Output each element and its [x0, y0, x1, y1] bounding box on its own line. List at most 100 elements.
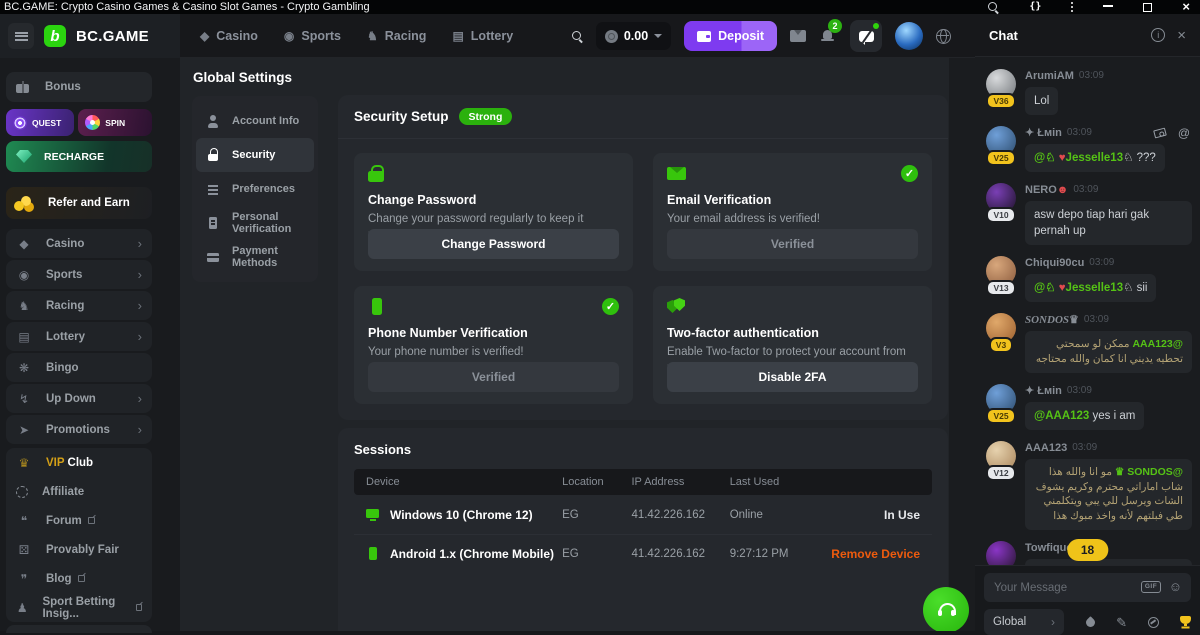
coinflip-icon[interactable]	[1148, 617, 1159, 628]
user-avatar[interactable]	[895, 22, 923, 50]
racing-icon: ♞	[16, 300, 32, 312]
shield-icon	[667, 298, 687, 315]
column-ip-address: IP Address	[631, 476, 729, 488]
card-action-button[interactable]: Change Password	[368, 229, 619, 259]
brand-name[interactable]: BC.GAME	[76, 28, 149, 45]
casino-icon: ◆	[16, 238, 32, 250]
card-icon	[206, 250, 220, 264]
sidebar-item-blog[interactable]: ❞Blog	[6, 564, 152, 593]
settings-menu-item-payment-methods[interactable]: Payment Methods	[196, 240, 314, 274]
nav-label: Racing	[385, 29, 427, 43]
top-nav-sports[interactable]: ◉Sports	[284, 29, 341, 43]
security-strength-badge: Strong	[459, 108, 513, 125]
sidebar-item-label: Sports	[46, 269, 82, 281]
unread-messages-badge[interactable]: 18	[1067, 539, 1108, 561]
message-left: V3	[985, 313, 1017, 372]
settings-menu-item-security[interactable]: Security	[196, 138, 314, 172]
spin-button[interactable]: SPIN	[78, 109, 152, 136]
card-action-button[interactable]: Disable 2FA	[667, 362, 918, 392]
sidebar-item-sports[interactable]: ◉Sports›	[6, 260, 152, 289]
text-part: yes i am	[1089, 410, 1135, 422]
sidebar-item-forum[interactable]: ❝Forum	[6, 506, 152, 535]
sidebar-item-label: Promotions	[46, 424, 110, 436]
gif-icon[interactable]: GIF	[1141, 581, 1160, 593]
balance-selector[interactable]: 0.00	[596, 22, 671, 50]
text-part: Jesselle13	[1066, 152, 1124, 164]
card-description: Your phone number is verified!	[368, 345, 619, 361]
top-nav-lottery[interactable]: ▤Lottery	[452, 29, 513, 43]
lottery-icon: ▤	[16, 331, 32, 343]
maximize-button[interactable]	[1143, 3, 1152, 12]
sidebar-menu-secondary: ♛VIP ClubAffiliate❝Forum⚄Provably Fair❞B…	[6, 448, 152, 622]
remove-device-link[interactable]: Remove Device	[822, 547, 932, 561]
hamburger-menu-button[interactable]	[8, 23, 34, 49]
sidebar-item-club[interactable]: ♛VIP Club	[6, 448, 152, 477]
text-part: AAA123	[1025, 441, 1067, 455]
cell-device: Windows 10 (Chrome 12)	[354, 508, 562, 522]
phone-icon	[368, 298, 388, 315]
messages-icon[interactable]	[790, 30, 806, 42]
message-sender: ✦ Łмin03:09	[1025, 384, 1144, 398]
top-nav-racing[interactable]: ♞Racing	[367, 29, 426, 43]
chat-toggle-button[interactable]	[850, 20, 882, 52]
sidebar-item-lottery[interactable]: ▤Lottery›	[6, 322, 152, 351]
text-part: Jesselle13	[1066, 282, 1124, 294]
deposit-button[interactable]: Deposit	[684, 21, 777, 51]
refer-and-earn-button[interactable]: Refer and Earn	[6, 187, 152, 219]
mention-icon[interactable]: @	[1178, 126, 1190, 140]
chat-info-icon[interactable]	[1151, 28, 1165, 42]
menu-kebab-icon[interactable]	[1071, 2, 1073, 12]
settings-menu-item-account-info[interactable]: Account Info	[196, 104, 314, 138]
chevron-right-icon: ›	[138, 422, 142, 437]
close-button[interactable]: ×	[1182, 1, 1190, 13]
extensions-icon[interactable]: {}	[1029, 1, 1041, 13]
find-icon[interactable]	[987, 1, 999, 13]
security-setup-panel: Security Setup Strong Change PasswordCha…	[338, 95, 948, 420]
settings-menu-item-personal-verification[interactable]: Personal Verification	[196, 206, 314, 240]
pencil-icon[interactable]: ✎	[1116, 616, 1127, 629]
blog-icon: ❞	[16, 573, 32, 585]
quest-button[interactable]: QUEST	[6, 109, 74, 136]
globe-icon[interactable]	[936, 29, 951, 44]
sidebar-item-sport-betting-insig-[interactable]: ♟Sport Betting Insig...	[6, 593, 152, 622]
trophy-icon[interactable]	[1180, 616, 1191, 629]
chevron-right-icon: ›	[138, 236, 142, 251]
sidebar-item-bonus[interactable]: Bonus	[6, 72, 152, 102]
sessions-rows: Windows 10 (Chrome 12)EG41.42.226.162Onl…	[338, 495, 948, 573]
message-bubble: @SONDOS ♛ مو انا والله هذا شاب اماراتي م…	[1025, 459, 1192, 530]
quest-label: QUEST	[32, 118, 61, 128]
emoji-icon[interactable]: ☺	[1169, 580, 1182, 593]
tip-icon[interactable]	[1153, 128, 1167, 139]
message-actions: @	[1154, 126, 1190, 140]
sidebar-item-casino[interactable]: ◆Casino›	[6, 229, 152, 258]
sidebar-item-racing[interactable]: ♞Racing›	[6, 291, 152, 320]
gem-icon	[16, 150, 32, 163]
sidebar-item-up-down[interactable]: ↯Up Down›	[6, 384, 152, 413]
sidebar-item-affiliate[interactable]: Affiliate	[6, 477, 152, 506]
mail-icon	[667, 165, 687, 182]
text-part: @AAA123	[1034, 410, 1089, 422]
person-icon	[206, 114, 220, 128]
cell-device: Android 1.x (Chrome Mobile)	[354, 547, 562, 561]
sidebar-item-provably-fair[interactable]: ⚄Provably Fair	[6, 535, 152, 564]
chat-close-icon[interactable]: ×	[1177, 27, 1186, 44]
minimize-button[interactable]	[1103, 5, 1113, 7]
sidebar-item-promotions[interactable]: ➤Promotions›	[6, 415, 152, 444]
recharge-label: RECHARGE	[44, 151, 104, 163]
text-part: ☻	[1057, 183, 1069, 197]
chat-channel-selector[interactable]: Global ›	[984, 609, 1064, 635]
rain-icon[interactable]	[1084, 616, 1097, 629]
notifications-button[interactable]: 2	[819, 27, 837, 45]
sidebar-item-bingo[interactable]: ❋Bingo	[6, 353, 152, 382]
sidebar-cutoff-item	[6, 625, 152, 633]
balance-amount: 0.00	[624, 29, 648, 43]
support-button[interactable]	[923, 587, 969, 631]
recharge-button[interactable]: RECHARGE	[6, 141, 152, 172]
brand-logo-icon[interactable]: b	[44, 25, 66, 47]
chat-message: V12AAA12303:09@SONDOS ♛ مو انا والله هذا…	[985, 441, 1192, 530]
search-icon[interactable]	[571, 30, 583, 42]
settings-menu-item-preferences[interactable]: Preferences	[196, 172, 314, 206]
message-left: V13	[985, 256, 1017, 302]
top-nav-casino[interactable]: ◆Casino	[200, 29, 258, 43]
card-top-row: ✓	[368, 298, 619, 318]
